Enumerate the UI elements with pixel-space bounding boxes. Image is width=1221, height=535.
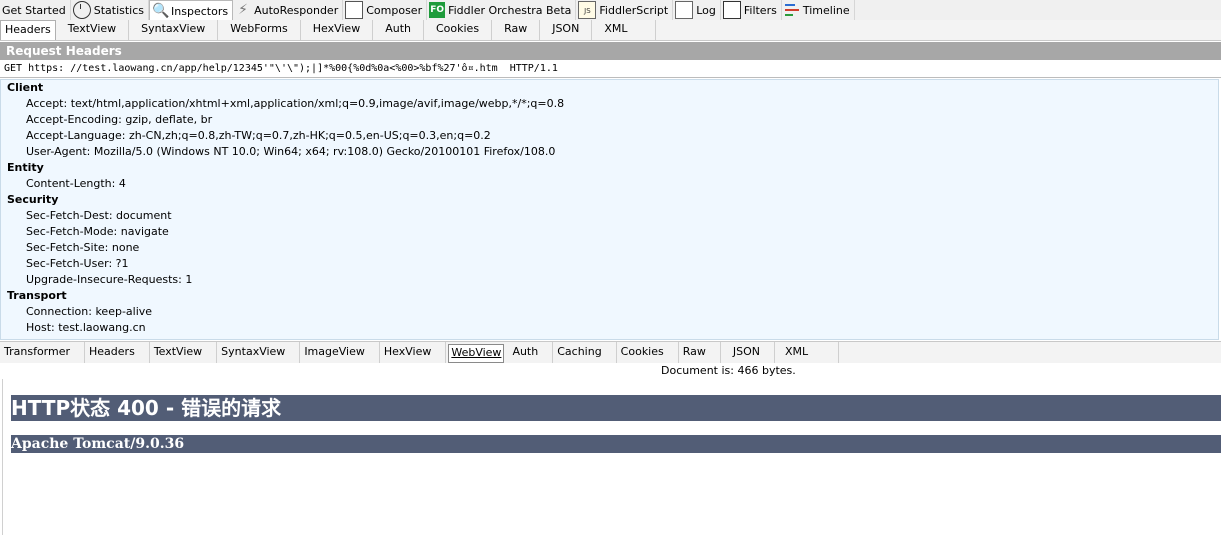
tab-label: AutoResponder	[254, 3, 339, 17]
header-item[interactable]: Connection: keep-alive	[1, 304, 1218, 320]
tab-label: Log	[696, 3, 716, 17]
response-tab-textview[interactable]: TextView	[150, 342, 218, 363]
document-size-status: Document is: 466 bytes.	[661, 364, 796, 377]
response-tab-syntaxview[interactable]: SyntaxView	[217, 342, 301, 363]
header-group-security[interactable]: Security	[1, 192, 1218, 208]
error-heading: HTTP状态 400 - 错误的请求	[11, 395, 1221, 421]
webview-pane[interactable]: HTTP状态 400 - 错误的请求 Apache Tomcat/9.0.36	[2, 379, 1221, 535]
filters-checkbox-icon	[722, 1, 741, 19]
header-item[interactable]: Upgrade-Insecure-Requests: 1	[1, 272, 1218, 288]
timeline-bars-icon	[784, 2, 800, 18]
tab-fiddlerscript[interactable]: JS FiddlerScript	[576, 0, 674, 20]
response-tab-webview[interactable]: WebView	[448, 344, 505, 363]
request-tab-hexview[interactable]: HexView	[301, 20, 374, 40]
tab-label: Inspectors	[171, 4, 229, 18]
top-tab-bar: Get Started Statistics 🔍 Inspectors ⚡ Auto…	[0, 0, 1221, 21]
request-tab-raw[interactable]: Raw	[492, 20, 541, 40]
compose-pencil-icon	[345, 1, 364, 19]
tab-filters[interactable]: Filters	[721, 0, 782, 20]
request-tab-webforms[interactable]: WebForms	[218, 20, 301, 40]
header-item[interactable]: User-Agent: Mozilla/5.0 (Windows NT 10.0…	[1, 144, 1218, 160]
tab-label: Composer	[366, 3, 423, 17]
tab-label: FiddlerScript	[599, 3, 669, 17]
request-tab-headers[interactable]: Headers	[0, 20, 56, 40]
header-group-client[interactable]: Client	[1, 80, 1218, 96]
response-tab-auth[interactable]: Auth	[508, 342, 554, 363]
header-item[interactable]: Sec-Fetch-Site: none	[1, 240, 1218, 256]
tab-fiddler-orchestra[interactable]: FO Fiddler Orchestra Beta	[427, 0, 577, 20]
statistics-clock-icon	[72, 1, 91, 19]
header-item[interactable]: Host: test.laowang.cn	[1, 320, 1218, 336]
header-item[interactable]: Accept-Language: zh-CN,zh;q=0.8,zh-TW;q=…	[1, 128, 1218, 144]
response-tab-cookies[interactable]: Cookies	[617, 342, 679, 363]
header-item[interactable]: Sec-Fetch-Dest: document	[1, 208, 1218, 224]
response-tab-raw[interactable]: Raw	[679, 342, 721, 363]
header-item[interactable]: Accept-Encoding: gzip, deflate, br	[1, 112, 1218, 128]
header-item[interactable]: Sec-Fetch-User: ?1	[1, 256, 1218, 272]
response-tab-hexview[interactable]: HexView	[380, 342, 447, 363]
response-tab-caching[interactable]: Caching	[553, 342, 617, 363]
request-tab-textview[interactable]: TextView	[56, 20, 130, 40]
header-item[interactable]: Sec-Fetch-Mode: navigate	[1, 224, 1218, 240]
tab-timeline[interactable]: Timeline	[782, 0, 855, 20]
response-tab-xml[interactable]: XML	[775, 342, 840, 363]
header-item[interactable]: Content-Length: 4	[1, 176, 1218, 192]
tab-label: Statistics	[93, 3, 145, 17]
tab-label: Fiddler Orchestra Beta	[448, 3, 572, 17]
tab-composer[interactable]: Composer	[343, 0, 428, 20]
tab-label: Timeline	[802, 3, 850, 17]
request-tab-cookies[interactable]: Cookies	[424, 20, 493, 40]
header-group-entity[interactable]: Entity	[1, 160, 1218, 176]
orchestra-fo-icon: FO	[429, 2, 446, 18]
tab-get-started[interactable]: Get Started	[0, 0, 71, 20]
request-tab-xml[interactable]: XML	[592, 20, 657, 40]
response-inspector-tabs: Transformer Headers TextView SyntaxView …	[0, 341, 1221, 363]
tab-label: Get Started	[2, 3, 66, 17]
tab-label: Filters	[743, 3, 777, 17]
server-version-heading: Apache Tomcat/9.0.36	[11, 435, 1221, 453]
tab-log[interactable]: Log	[673, 0, 721, 20]
tab-inspectors[interactable]: 🔍 Inspectors	[149, 0, 234, 21]
response-tab-headers[interactable]: Headers	[85, 342, 150, 363]
header-item[interactable]: Accept: text/html,application/xhtml+xml,…	[1, 96, 1218, 112]
tab-statistics[interactable]: Statistics	[71, 0, 150, 20]
tab-autoresponder[interactable]: ⚡ AutoResponder	[233, 0, 344, 20]
request-tab-auth[interactable]: Auth	[373, 20, 424, 40]
request-line[interactable]: GET https: //test.laowang.cn/app/help/12…	[0, 60, 1221, 78]
header-group-transport[interactable]: Transport	[1, 288, 1218, 304]
request-headers-tree[interactable]: Client Accept: text/html,application/xht…	[0, 79, 1219, 340]
inspector-magnifier-icon: 🔍	[152, 3, 170, 19]
request-tab-json[interactable]: JSON	[540, 20, 593, 40]
response-tab-transformer[interactable]: Transformer	[0, 342, 86, 363]
request-headers-title: Request Headers	[0, 42, 1221, 60]
response-tab-json[interactable]: JSON	[721, 342, 776, 363]
log-document-icon	[675, 1, 694, 19]
request-inspector-tabs: Headers TextView SyntaxView WebForms Hex…	[0, 20, 1221, 41]
request-tab-syntaxview[interactable]: SyntaxView	[129, 20, 219, 40]
response-tab-imageview[interactable]: ImageView	[300, 342, 380, 363]
lightning-icon: ⚡	[238, 2, 248, 18]
script-js-icon: JS	[578, 1, 597, 19]
